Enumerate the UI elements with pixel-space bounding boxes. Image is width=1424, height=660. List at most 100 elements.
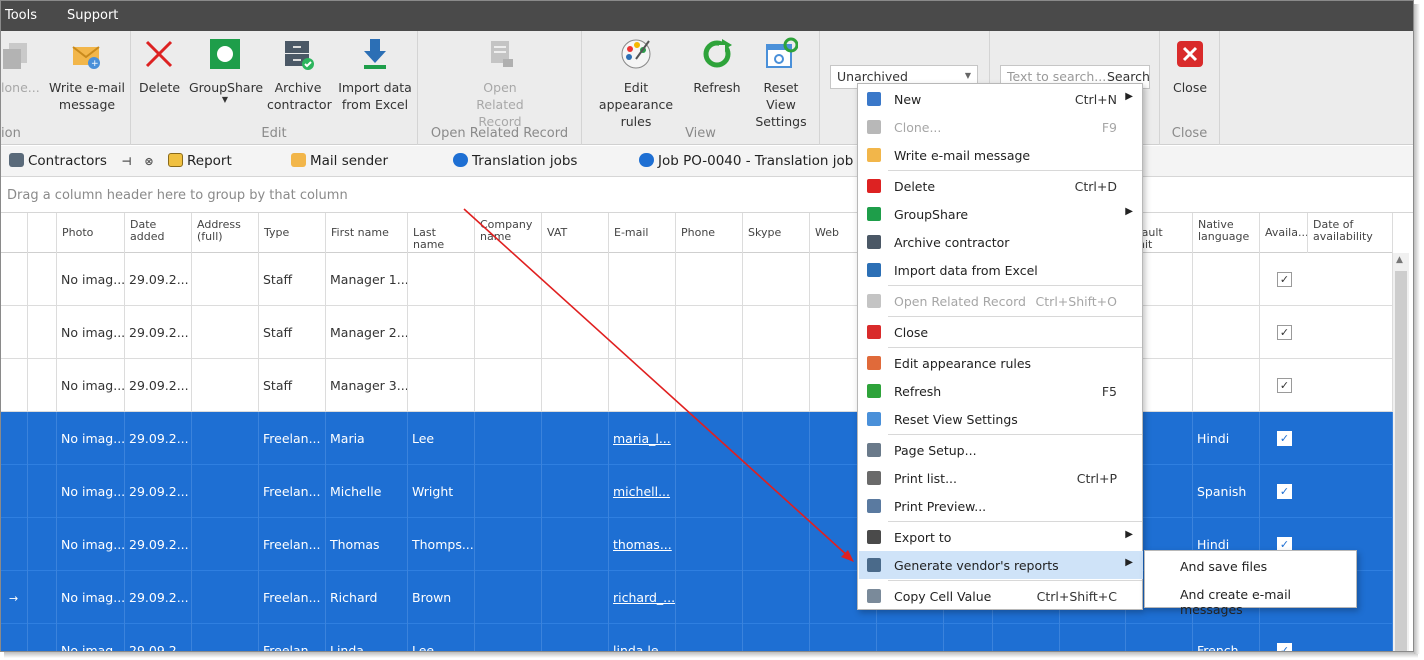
- table-cell[interactable]: [28, 253, 57, 306]
- menu-item-reset-view-settings[interactable]: Reset View Settings: [859, 405, 1143, 433]
- table-cell[interactable]: [1308, 624, 1393, 651]
- cell-type[interactable]: Staff: [259, 306, 326, 359]
- table-cell[interactable]: [192, 465, 259, 518]
- table-cell[interactable]: [676, 253, 743, 306]
- vertical-scrollbar[interactable]: ▲: [1393, 253, 1409, 651]
- row-indicator[interactable]: [1, 518, 28, 571]
- table-cell[interactable]: [192, 253, 259, 306]
- cell-date[interactable]: 29.09.2...: [125, 359, 192, 412]
- cell-email[interactable]: [609, 306, 676, 359]
- column-header-company-name[interactable]: Company name: [475, 213, 542, 253]
- cell-photo[interactable]: No imag...: [57, 465, 125, 518]
- table-cell[interactable]: [542, 412, 609, 465]
- cell-first[interactable]: Maria: [326, 412, 408, 465]
- table-cell[interactable]: [993, 624, 1060, 651]
- cell-email[interactable]: linda.le...: [609, 624, 676, 651]
- cell-date[interactable]: 29.09.2...: [125, 465, 192, 518]
- open-related-record-button[interactable]: Open Related Record: [438, 37, 562, 130]
- cell-photo[interactable]: No imag...: [57, 518, 125, 571]
- cell-type[interactable]: Freelan...: [259, 518, 326, 571]
- refresh-button[interactable]: Refresh: [690, 37, 744, 96]
- column-header-date-of-availability[interactable]: Date of availability: [1308, 213, 1393, 253]
- close-button[interactable]: Close: [1168, 37, 1212, 96]
- group-by-area[interactable]: Drag a column header here to group by th…: [1, 177, 1413, 213]
- table-cell[interactable]: [743, 359, 810, 412]
- menu-item-close[interactable]: Close: [859, 318, 1143, 346]
- cell-email[interactable]: richard_...: [609, 571, 676, 624]
- menu-item-new[interactable]: New Ctrl+N ▶: [859, 85, 1143, 113]
- cell-type[interactable]: Freelan...: [259, 465, 326, 518]
- cell-type[interactable]: Staff: [259, 253, 326, 306]
- table-cell[interactable]: [542, 306, 609, 359]
- import-excel-button[interactable]: Import data from Excel: [337, 37, 413, 113]
- cell-email[interactable]: [609, 253, 676, 306]
- cell-photo[interactable]: No imag...: [57, 624, 125, 651]
- cell-email[interactable]: [609, 359, 676, 412]
- cell-date[interactable]: 29.09.2...: [125, 518, 192, 571]
- table-cell[interactable]: [1060, 624, 1126, 651]
- availability-checkbox[interactable]: ✓: [1277, 643, 1292, 651]
- menu-item-print-list[interactable]: Print list... Ctrl+P: [859, 464, 1143, 492]
- selector-header[interactable]: [28, 213, 57, 253]
- tab-job-po-0040[interactable]: Job PO-0040 - Translation job: [639, 153, 853, 169]
- scrollbar-thumb[interactable]: [1395, 271, 1407, 651]
- menu-item-write-email[interactable]: Write e-mail message: [859, 141, 1143, 169]
- table-cell[interactable]: [475, 624, 542, 651]
- pin-icon[interactable]: ⊣: [122, 155, 132, 168]
- table-cell[interactable]: [28, 412, 57, 465]
- archive-contractor-button[interactable]: Archive contractor: [267, 37, 332, 113]
- write-email-button[interactable]: + Write e-mail message: [49, 37, 125, 113]
- table-cell[interactable]: [28, 359, 57, 412]
- table-cell[interactable]: [944, 624, 993, 651]
- cell-last[interactable]: Thomps...: [408, 518, 475, 571]
- cell-type[interactable]: Freelan...: [259, 571, 326, 624]
- delete-button[interactable]: Delete: [139, 37, 180, 96]
- cell-first[interactable]: Manager 2...: [326, 306, 408, 359]
- row-indicator[interactable]: [1, 465, 28, 518]
- table-cell[interactable]: [676, 306, 743, 359]
- groupshare-button[interactable]: GroupShare ▼: [189, 37, 263, 104]
- table-cell[interactable]: [28, 465, 57, 518]
- cell-email[interactable]: michell...: [609, 465, 676, 518]
- table-cell[interactable]: [542, 359, 609, 412]
- row-indicator[interactable]: [1, 624, 28, 651]
- table-cell[interactable]: [192, 306, 259, 359]
- table-cell[interactable]: [475, 571, 542, 624]
- table-cell[interactable]: [475, 465, 542, 518]
- cell-lang[interactable]: [1193, 306, 1260, 359]
- cell-email[interactable]: thomas...: [609, 518, 676, 571]
- cell-first[interactable]: Manager 3...: [326, 359, 408, 412]
- table-cell[interactable]: [676, 518, 743, 571]
- menu-item-open-related-record[interactable]: Open Related Record Ctrl+Shift+O: [859, 287, 1143, 315]
- cell-date[interactable]: 29.09.2...: [125, 306, 192, 359]
- table-cell[interactable]: [475, 412, 542, 465]
- cell-photo[interactable]: No imag...: [57, 253, 125, 306]
- cell-last[interactable]: Wright: [408, 465, 475, 518]
- cell-last[interactable]: [408, 359, 475, 412]
- cell-lang[interactable]: French: [1193, 624, 1260, 651]
- menu-item-archive-contractor[interactable]: Archive contractor: [859, 228, 1143, 256]
- table-cell[interactable]: [28, 571, 57, 624]
- cell-photo[interactable]: No imag...: [57, 571, 125, 624]
- menu-item-edit-appearance-rules[interactable]: Edit appearance rules: [859, 349, 1143, 377]
- menu-support[interactable]: Support: [67, 8, 118, 23]
- tab-report[interactable]: Report: [168, 153, 232, 169]
- availability-checkbox[interactable]: ✓: [1277, 484, 1292, 499]
- clone-button[interactable]: Clone...: [1, 37, 41, 96]
- table-cell[interactable]: [475, 518, 542, 571]
- menu-item-delete[interactable]: Delete Ctrl+D: [859, 172, 1143, 200]
- table-cell[interactable]: [192, 412, 259, 465]
- row-indicator[interactable]: [1, 359, 28, 412]
- cell-email[interactable]: maria_l...: [609, 412, 676, 465]
- table-cell[interactable]: [1308, 465, 1393, 518]
- column-header-date-added[interactable]: Date added: [125, 213, 192, 253]
- submenu-and-create-email-messages[interactable]: And create e-mail messages: [1180, 587, 1356, 617]
- table-cell[interactable]: [542, 518, 609, 571]
- cell-first[interactable]: Thomas: [326, 518, 408, 571]
- column-header-email[interactable]: E-mail: [609, 213, 676, 253]
- table-cell[interactable]: [743, 624, 810, 651]
- table-cell[interactable]: [28, 518, 57, 571]
- table-cell[interactable]: [676, 412, 743, 465]
- table-row[interactable]: No imag... 29.09.2... Staff Manager 3... ✓: [1, 359, 1393, 412]
- cell-lang[interactable]: Spanish: [1193, 465, 1260, 518]
